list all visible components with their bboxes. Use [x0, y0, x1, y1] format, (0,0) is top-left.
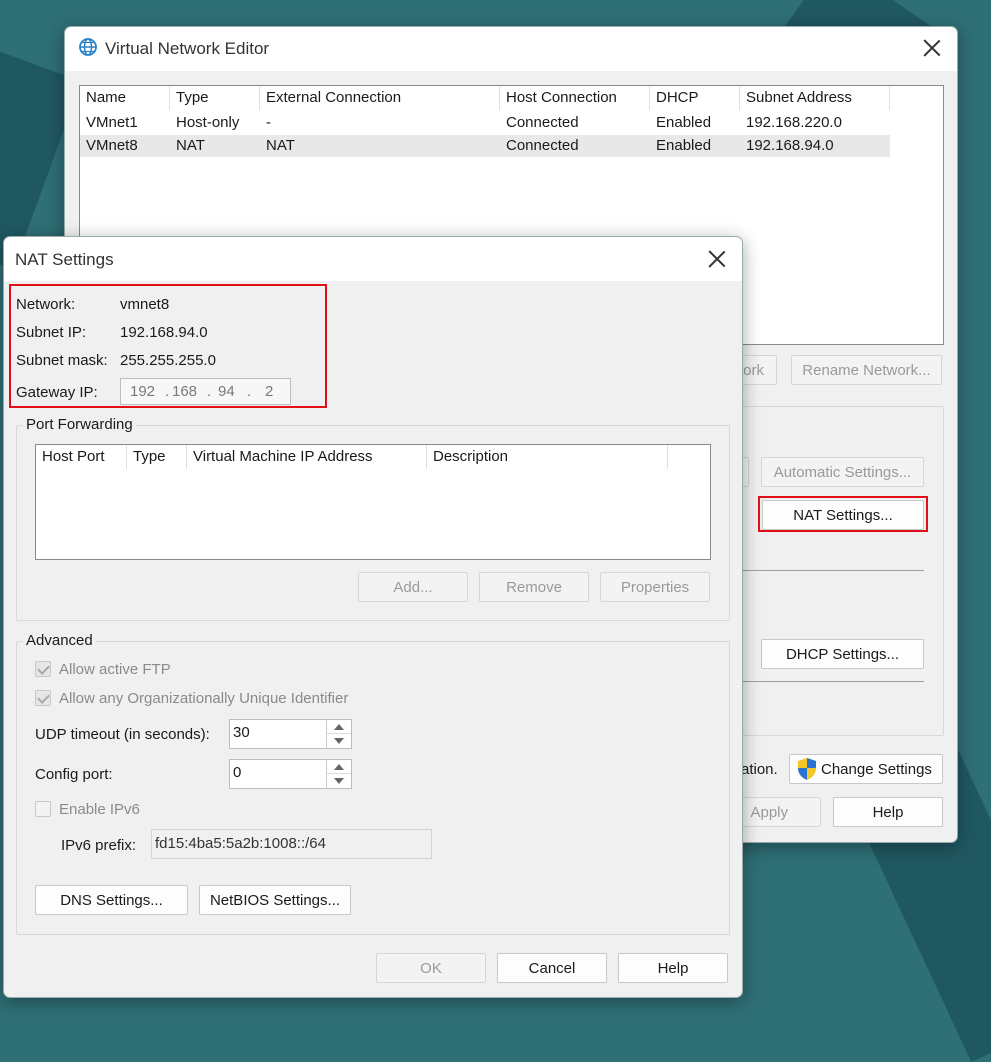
port-forwarding-table: Host Port Type Virtual Machine IP Addres… — [35, 444, 711, 560]
arrow-down-icon[interactable] — [334, 738, 344, 744]
separator — [741, 681, 924, 682]
config-port-stepper[interactable]: 0 — [229, 759, 352, 789]
col-type[interactable]: Type — [170, 86, 260, 110]
globe-icon — [79, 38, 97, 56]
vmnet-info-group — [725, 406, 944, 736]
cell-type: NAT — [176, 137, 205, 154]
cell-subnet: 192.168.220.0 — [746, 114, 842, 131]
vne-title: Virtual Network Editor — [105, 39, 270, 58]
table-row[interactable]: VMnet8 NAT NAT Connected Enabled 192.168… — [80, 135, 890, 157]
col-description[interactable]: Description — [427, 445, 668, 469]
nat-close-icon[interactable] — [707, 249, 727, 269]
cell-external: - — [266, 114, 271, 131]
admin-info-text: ation. — [741, 761, 778, 778]
vne-close-icon[interactable] — [922, 38, 942, 58]
table-row[interactable]: VMnet1 Host-only - Connected Enabled 192… — [80, 112, 890, 134]
nat-title: NAT Settings — [15, 250, 114, 269]
allow-active-ftp-label: Allow active FTP — [59, 661, 171, 678]
stepper-arrows[interactable] — [326, 720, 351, 748]
col-host-port[interactable]: Host Port — [36, 445, 127, 469]
cell-dhcp: Enabled — [656, 137, 712, 154]
config-port-label: Config port: — [35, 766, 113, 783]
automatic-settings-button[interactable]: Automatic Settings... — [761, 457, 924, 487]
udp-timeout-stepper[interactable]: 30 — [229, 719, 352, 749]
cell-dhcp: Enabled — [656, 114, 712, 131]
cell-subnet: 192.168.94.0 — [746, 137, 834, 154]
vne-help-button[interactable]: Help — [833, 797, 943, 827]
allow-active-ftp-checkbox[interactable] — [35, 661, 51, 677]
udp-timeout-label: UDP timeout (in seconds): — [35, 726, 210, 743]
netbios-settings-button[interactable]: NetBIOS Settings... — [199, 885, 351, 915]
col-subnet-address[interactable]: Subnet Address — [740, 86, 890, 110]
cell-external: NAT — [266, 137, 295, 154]
port-forwarding-title: Port Forwarding — [23, 416, 136, 433]
stepper-divider — [327, 773, 351, 774]
udp-timeout-value: 30 — [233, 724, 250, 741]
separator — [741, 570, 924, 571]
cell-name: VMnet8 — [86, 137, 138, 154]
enable-ipv6-label: Enable IPv6 — [59, 801, 140, 818]
col-type[interactable]: Type — [127, 445, 187, 469]
arrow-down-icon[interactable] — [334, 778, 344, 784]
enable-ipv6-checkbox[interactable] — [35, 801, 51, 817]
remove-button[interactable]: Remove — [479, 572, 589, 602]
cell-type: Host-only — [176, 114, 240, 131]
network-info-highlight — [9, 284, 327, 408]
col-dhcp[interactable]: DHCP — [650, 86, 740, 110]
vne-titlebar: Virtual Network Editor — [65, 27, 957, 71]
col-name[interactable]: Name — [80, 86, 170, 110]
arrow-up-icon[interactable] — [334, 724, 344, 730]
col-external-connection[interactable]: External Connection — [260, 86, 500, 110]
change-settings-label: Change Settings — [821, 760, 932, 778]
ipv6-prefix-input[interactable]: fd15:4ba5:5a2b:1008::/64 — [151, 829, 432, 859]
allow-oui-label: Allow any Organizationally Unique Identi… — [59, 690, 349, 707]
cell-name: VMnet1 — [86, 114, 138, 131]
ipv6-prefix-label: IPv6 prefix: — [61, 837, 137, 854]
ipv6-prefix-value: fd15:4ba5:5a2b:1008::/64 — [155, 835, 326, 852]
dns-settings-button[interactable]: DNS Settings... — [35, 885, 188, 915]
stepper-divider — [327, 733, 351, 734]
col-host-connection[interactable]: Host Connection — [500, 86, 650, 110]
advanced-title: Advanced — [23, 632, 96, 649]
properties-button[interactable]: Properties — [600, 572, 710, 602]
dhcp-settings-button[interactable]: DHCP Settings... — [761, 639, 924, 669]
ok-button[interactable]: OK — [376, 953, 486, 983]
change-settings-button[interactable]: Change Settings — [789, 754, 943, 784]
col-vm-ip-address[interactable]: Virtual Machine IP Address — [187, 445, 427, 469]
cell-host: Connected — [506, 114, 579, 131]
shield-icon — [798, 758, 816, 780]
cancel-button[interactable]: Cancel — [497, 953, 607, 983]
nat-settings-dialog: NAT Settings Network: vmnet8 Subnet IP: … — [3, 236, 743, 998]
add-button[interactable]: Add... — [358, 572, 468, 602]
rename-network-button[interactable]: Rename Network... — [791, 355, 942, 385]
nat-titlebar: NAT Settings — [4, 237, 742, 281]
cell-host: Connected — [506, 137, 579, 154]
nat-help-button[interactable]: Help — [618, 953, 728, 983]
stepper-arrows[interactable] — [326, 760, 351, 788]
arrow-up-icon[interactable] — [334, 764, 344, 770]
nat-settings-highlight — [758, 496, 928, 532]
allow-oui-checkbox[interactable] — [35, 690, 51, 706]
config-port-value: 0 — [233, 764, 242, 781]
